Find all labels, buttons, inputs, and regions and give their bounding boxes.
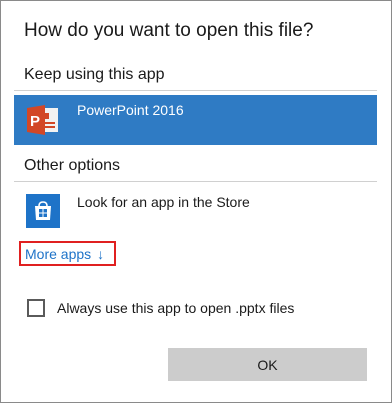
other-options-label: Other options <box>24 157 121 174</box>
store-option-label: Look for an app in the Store <box>77 194 250 210</box>
dialog-title: How do you want to open this file? <box>24 20 314 41</box>
keep-using-label: Keep using this app <box>24 66 165 83</box>
store-icon <box>26 194 60 228</box>
powerpoint-app-name: PowerPoint 2016 <box>77 102 184 118</box>
more-apps-link[interactable]: More apps ↓ <box>19 241 116 266</box>
keep-using-divider <box>14 90 377 91</box>
always-use-checkbox[interactable] <box>27 299 45 317</box>
ok-button[interactable]: OK <box>168 348 367 381</box>
arrow-down-icon: ↓ <box>97 245 105 262</box>
app-option-store[interactable]: Look for an app in the Store <box>14 186 377 236</box>
svg-text:P: P <box>30 113 40 130</box>
always-use-label: Always use this app to open .pptx files <box>57 300 295 316</box>
open-with-dialog: How do you want to open this file? Keep … <box>0 0 392 403</box>
other-options-divider <box>14 181 377 182</box>
more-apps-label: More apps <box>25 245 92 262</box>
app-option-powerpoint[interactable]: P PowerPoint 2016 <box>14 95 377 145</box>
powerpoint-icon: P <box>26 103 60 137</box>
